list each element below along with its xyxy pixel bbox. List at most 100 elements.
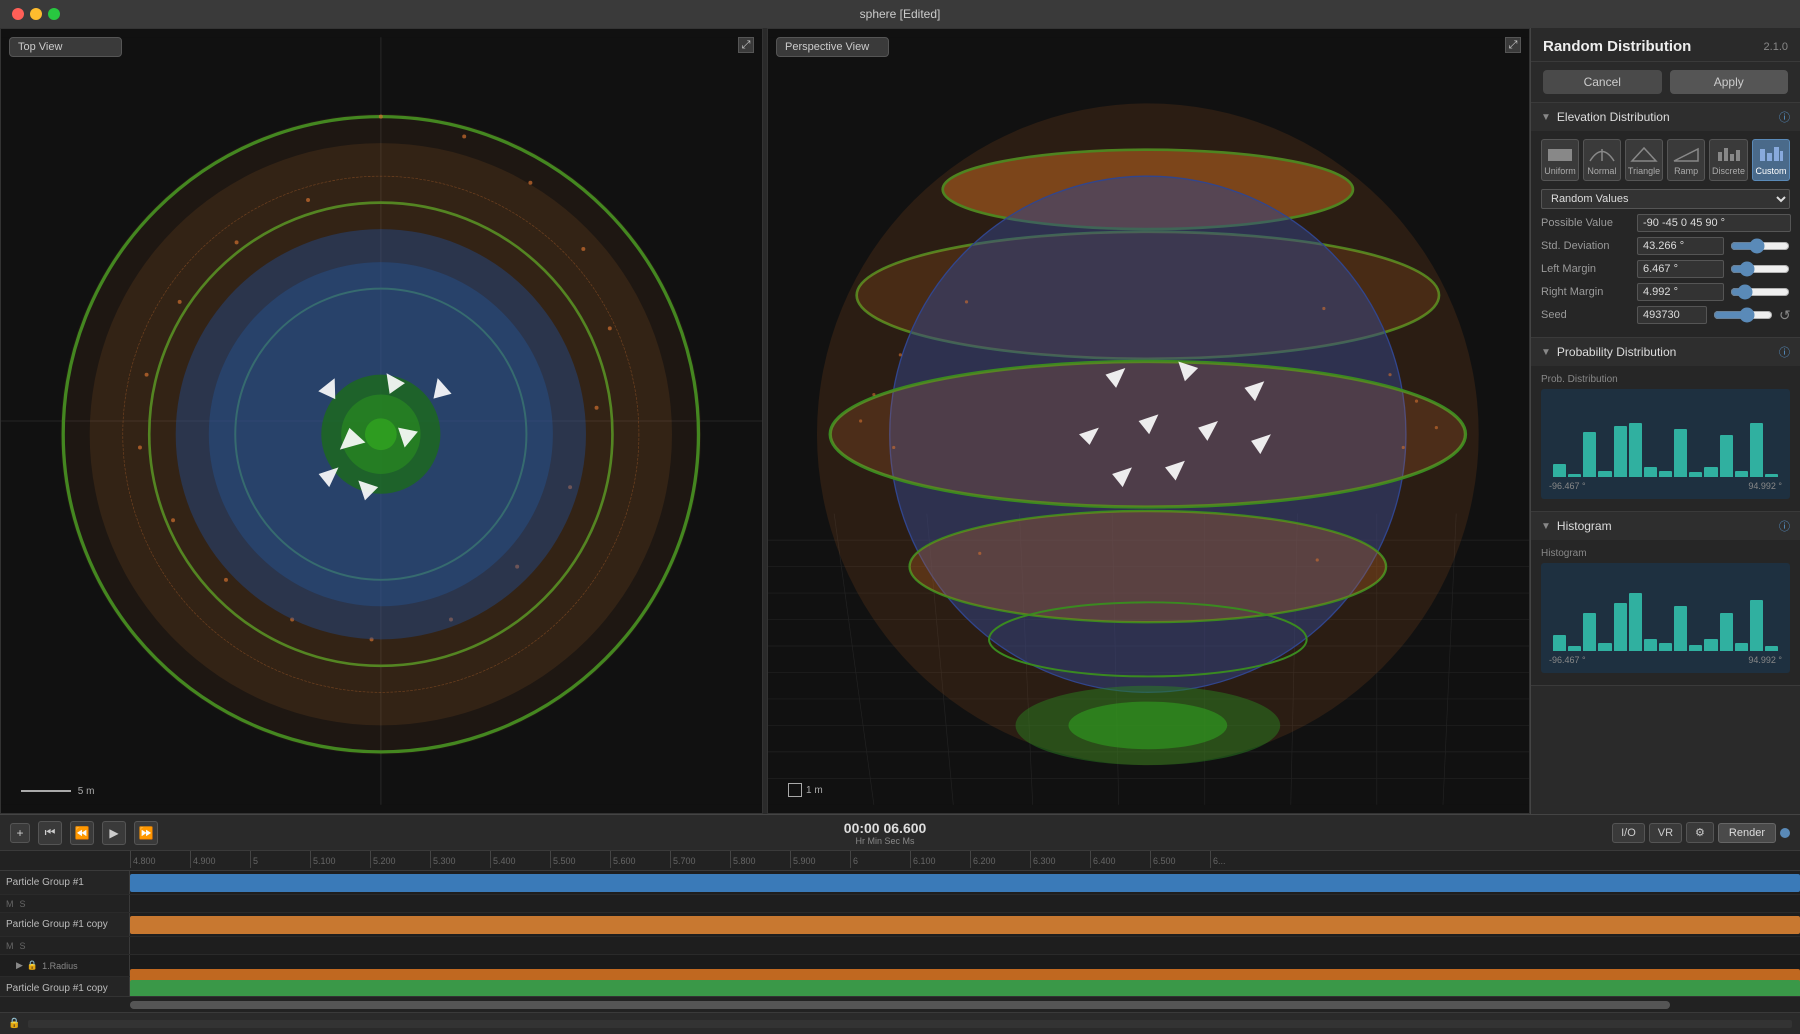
possible-value-input[interactable] — [1637, 214, 1791, 232]
seed-slider[interactable] — [1713, 307, 1773, 323]
ruler-mark: 5.200 — [370, 851, 430, 868]
ruler-mark: 6.300 — [1030, 851, 1090, 868]
ruler-mark: 6 — [850, 851, 910, 868]
dist-ramp-button[interactable]: Ramp — [1667, 139, 1705, 181]
vr-button[interactable]: VR — [1649, 823, 1682, 843]
ruler-mark: 5.600 — [610, 851, 670, 868]
track-particle-group-1: Particle Group #1 — [0, 871, 1800, 895]
random-values-select[interactable]: Random Values — [1541, 189, 1790, 209]
ruler-mark: 5.300 — [430, 851, 490, 868]
elevation-section-title: Elevation Distribution — [1557, 110, 1779, 124]
left-margin-input[interactable] — [1637, 260, 1724, 278]
prob-bar — [1583, 432, 1596, 477]
right-margin-slider[interactable] — [1730, 284, 1790, 300]
prob-chart-label: Prob. Distribution — [1541, 374, 1790, 385]
hist-bar — [1659, 643, 1672, 651]
track-particle-group-1-bar[interactable] — [130, 874, 1800, 892]
viewport-top-expand[interactable]: ⤢ — [738, 37, 754, 53]
dist-uniform-button[interactable]: Uniform — [1541, 139, 1579, 181]
prob-bar — [1614, 426, 1627, 477]
track-particle-group-1-content[interactable] — [130, 871, 1800, 894]
dist-custom-button[interactable]: Custom — [1752, 139, 1790, 181]
dist-triangle-button[interactable]: Triangle — [1625, 139, 1663, 181]
probability-bars — [1549, 397, 1782, 477]
viewport-top-select[interactable]: Top View Front View Side View Perspectiv… — [9, 37, 122, 57]
track-pg1-copy-ms: MS — [0, 937, 1800, 955]
hist-bar — [1614, 603, 1627, 651]
settings-button[interactable]: ⚙ — [1686, 822, 1714, 843]
elevation-info-icon[interactable]: ⓘ — [1779, 109, 1790, 125]
apply-button[interactable]: Apply — [1670, 70, 1789, 94]
hist-bar — [1765, 646, 1778, 651]
titlebar: sphere [Edited] — [0, 0, 1800, 28]
dist-discrete-button[interactable]: Discrete — [1709, 139, 1748, 181]
ruler-mark: 4.900 — [190, 851, 250, 868]
timeline-scrollbar-thumb[interactable] — [130, 1001, 1670, 1009]
panel-title: Random Distribution — [1543, 38, 1691, 55]
track-particle-group-1-copy-green-content[interactable] — [130, 977, 1800, 996]
elevation-section-header[interactable]: ▼ Elevation Distribution ⓘ — [1531, 103, 1800, 131]
cancel-button[interactable]: Cancel — [1543, 70, 1662, 94]
ruler-mark: 5.900 — [790, 851, 850, 868]
track-pg1-copy-ms-label: MS — [0, 937, 130, 954]
prob-bar — [1720, 435, 1733, 477]
track-particle-group-1-ms-label: MS — [0, 895, 130, 912]
main-area: Top View Front View Side View Perspectiv… — [0, 28, 1800, 814]
prob-bar — [1704, 467, 1717, 477]
right-margin-input[interactable] — [1637, 283, 1724, 301]
track-particle-group-1-copy-content[interactable] — [130, 913, 1800, 936]
prob-bar — [1553, 464, 1566, 477]
maximize-button[interactable] — [48, 8, 60, 20]
std-deviation-slider[interactable] — [1730, 238, 1790, 254]
time-label: Hr Min Sec Ms — [856, 836, 915, 846]
ruler-marks: 4.800 4.900 5 5.100 5.200 5.300 5.400 5.… — [0, 851, 1800, 870]
ruler-mark: 5.800 — [730, 851, 790, 868]
histogram-section-header[interactable]: ▼ Histogram ⓘ — [1531, 512, 1800, 540]
left-margin-slider[interactable] — [1730, 261, 1790, 277]
seed-input[interactable] — [1637, 306, 1707, 324]
std-deviation-input[interactable] — [1637, 237, 1724, 255]
possible-value-label: Possible Value — [1541, 217, 1631, 229]
timeline-add-button[interactable]: + — [10, 823, 30, 843]
hist-chart-label: Histogram — [1541, 548, 1790, 559]
dist-normal-button[interactable]: Normal — [1583, 139, 1621, 181]
viewport-persp-expand[interactable]: ⤢ — [1505, 37, 1521, 53]
scale-indicator-persp: 1 m — [788, 783, 823, 797]
prob-chart-max: 94.992 ° — [1748, 481, 1782, 491]
window-title: sphere [Edited] — [860, 7, 941, 21]
histogram-info-icon[interactable]: ⓘ — [1779, 518, 1790, 534]
seed-refresh-icon[interactable]: ↺ — [1779, 307, 1791, 324]
minimize-button[interactable] — [30, 8, 42, 20]
viewport-top-label[interactable]: Top View Front View Side View Perspectiv… — [9, 37, 122, 57]
track-particle-group-1-copy-bar[interactable] — [130, 916, 1800, 934]
ruler-mark: 5.500 — [550, 851, 610, 868]
viewport-persp-select[interactable]: Perspective View Top View Front View Sid… — [776, 37, 889, 57]
hist-bar — [1689, 645, 1702, 651]
hist-bar — [1644, 639, 1657, 651]
io-button[interactable]: I/O — [1612, 823, 1645, 843]
play-button[interactable]: ▶ — [102, 821, 126, 845]
viewport-persp-label[interactable]: Perspective View Top View Front View Sid… — [776, 37, 889, 57]
window-controls[interactable] — [12, 8, 60, 20]
rewind-start-button[interactable]: ⏮ — [38, 821, 62, 845]
elevation-section-body: Uniform Normal Triangle — [1531, 131, 1800, 337]
probability-info-icon[interactable]: ⓘ — [1779, 344, 1790, 360]
status-scrollbar[interactable] — [28, 1020, 1792, 1028]
forward-button[interactable]: ⏩ — [134, 821, 158, 845]
elevation-section: ▼ Elevation Distribution ⓘ Uniform — [1531, 103, 1800, 338]
render-button[interactable]: Render — [1718, 823, 1776, 843]
prob-bar — [1735, 471, 1748, 477]
probability-section-title: Probability Distribution — [1557, 345, 1779, 359]
probability-section-body: Prob. Distribution -96.467 ° 94.992 ° — [1531, 366, 1800, 511]
prob-bar — [1629, 423, 1642, 477]
track-particle-group-1-ms: MS — [0, 895, 1800, 913]
rewind-button[interactable]: ⏪ — [70, 821, 94, 845]
track-particle-group-1-copy-green-bar[interactable] — [130, 980, 1800, 996]
track-particle-group-1-copy-green-label: Particle Group #1 copy — [0, 977, 130, 996]
close-button[interactable] — [12, 8, 24, 20]
timeline-toolbar: + ⏮ ⏪ ▶ ⏩ 00:00 06.600 Hr Min Sec Ms I/O… — [0, 815, 1800, 851]
persp-view-canvas — [768, 29, 1529, 813]
probability-chart: -96.467 ° 94.992 ° — [1541, 389, 1790, 499]
probability-section-header[interactable]: ▼ Probability Distribution ⓘ — [1531, 338, 1800, 366]
seed-row: Seed ↺ — [1541, 306, 1790, 324]
